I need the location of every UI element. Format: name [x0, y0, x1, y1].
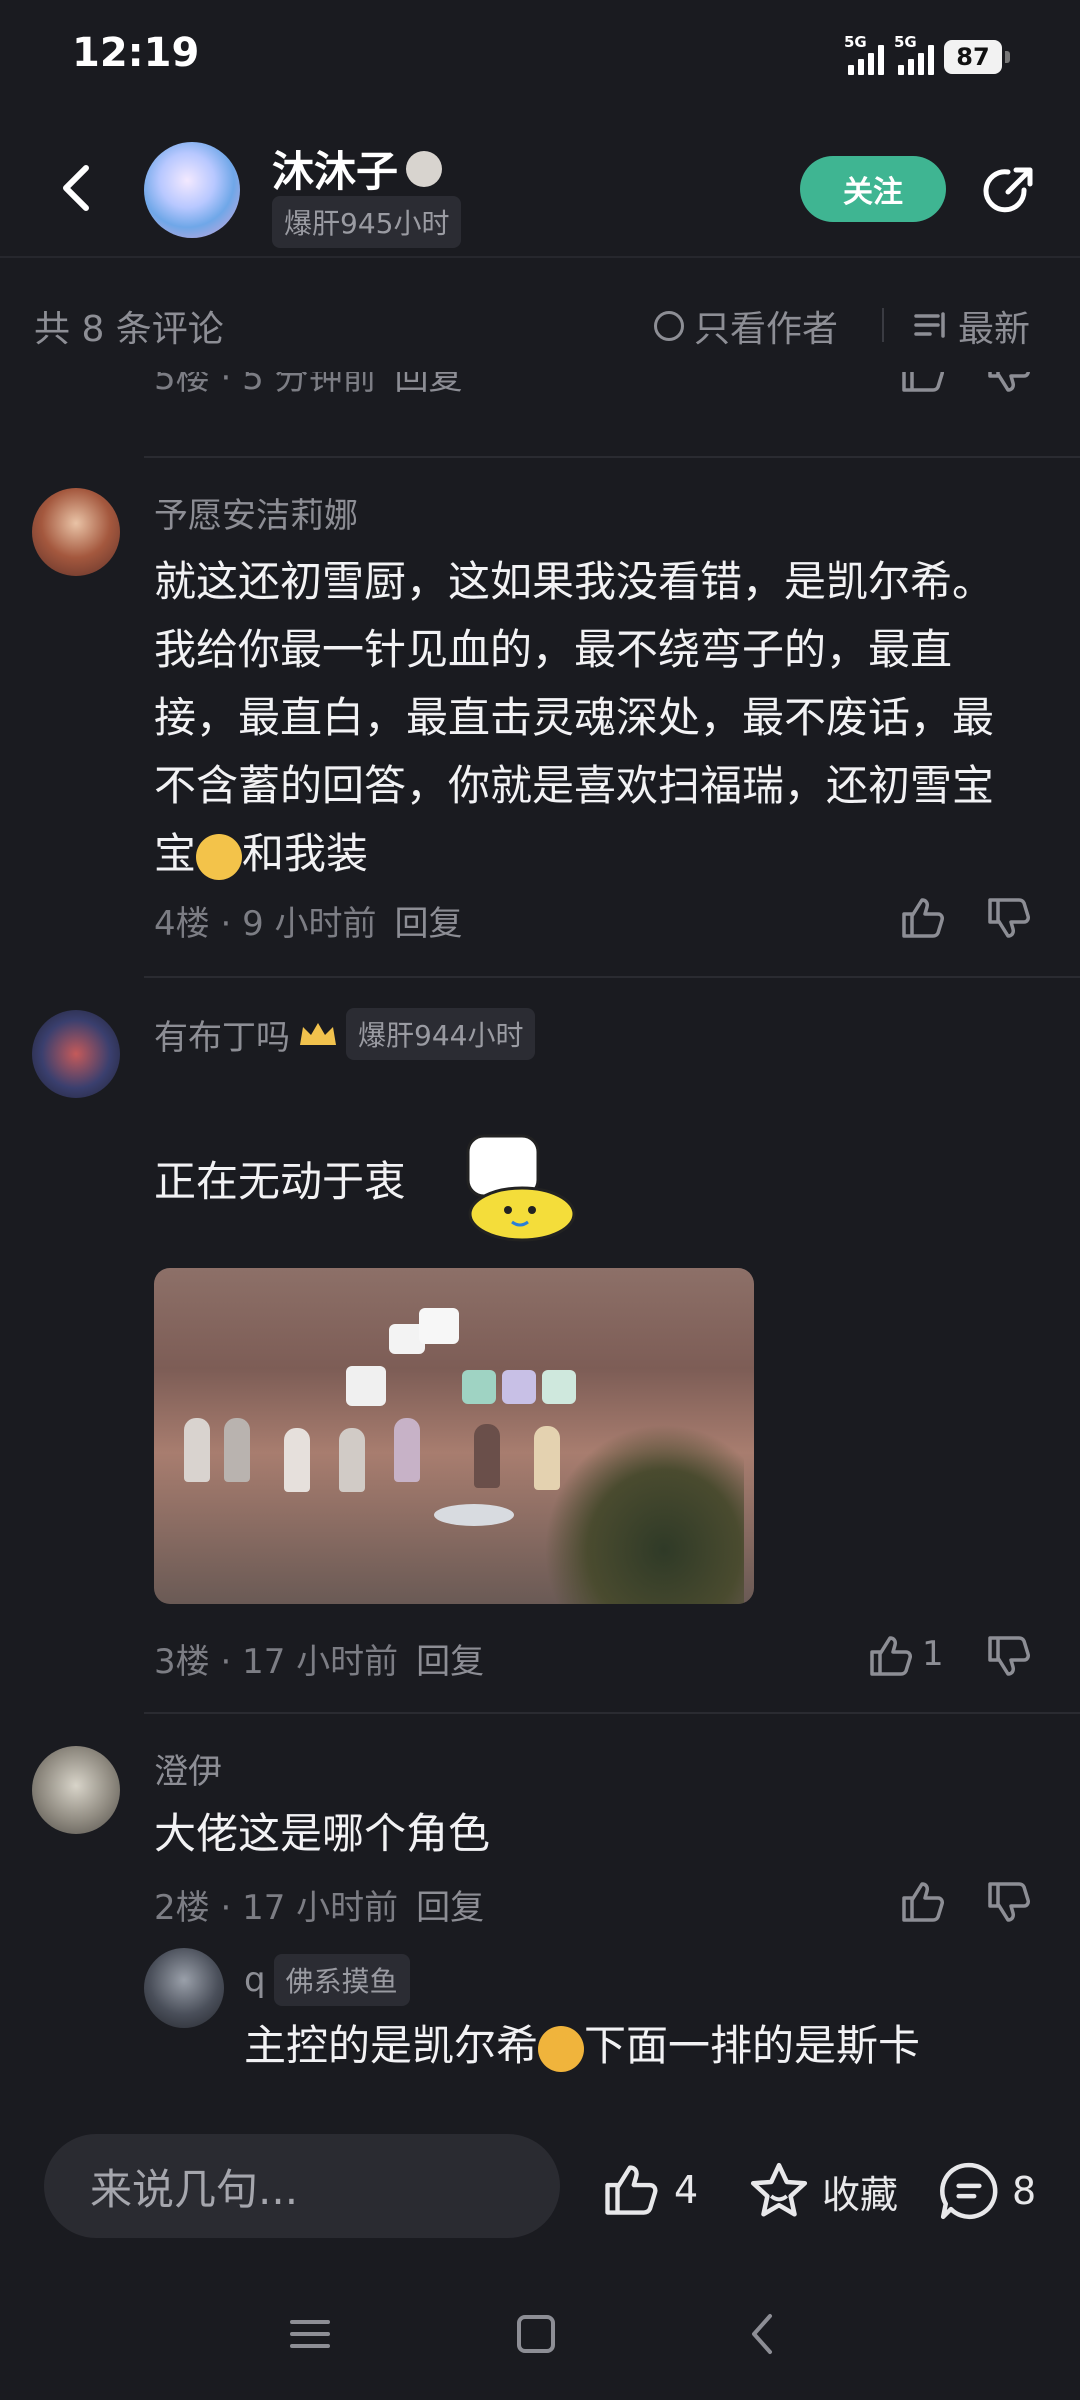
author-name-row[interactable]: 沐沐子: [272, 138, 443, 199]
post-like-button[interactable]: 4: [600, 2160, 698, 2220]
sticker-icon: [466, 1134, 576, 1242]
network-type-label-2: 5G: [894, 33, 917, 51]
follow-button[interactable]: 关注: [800, 156, 946, 222]
post-like-count: 4: [674, 2168, 699, 2212]
comment-meta: 2楼 · 17 小时前 回复: [154, 1888, 485, 1928]
network-type-label: 5G: [844, 33, 867, 51]
user-tag: 爆肝944小时: [346, 1008, 536, 1060]
favorite-button[interactable]: 收藏: [748, 2160, 898, 2222]
like-count: 1: [922, 1634, 944, 1674]
author-avatar[interactable]: [144, 142, 240, 238]
like-icon[interactable]: [898, 372, 946, 396]
reply-user-avatar[interactable]: [144, 1948, 224, 2028]
reply-username: q: [244, 1960, 266, 2000]
author-tag: 爆肝945小时: [272, 196, 462, 248]
like-icon[interactable]: [866, 1632, 914, 1680]
share-icon[interactable]: [978, 160, 1040, 222]
author-only-label: 只看作者: [694, 309, 839, 350]
user-avatar[interactable]: [32, 1010, 120, 1098]
comment-bubble-icon: [940, 2162, 998, 2220]
author-only-toggle[interactable]: 只看作者: [654, 300, 838, 352]
radio-icon: [654, 311, 684, 341]
comment-username[interactable]: 澄伊: [154, 1744, 222, 1793]
battery-icon: 87: [944, 40, 1010, 74]
row-divider: [144, 976, 1080, 978]
comment-image[interactable]: [154, 1268, 754, 1604]
comment-meta: 4楼 · 9 小时前 回复: [154, 904, 463, 944]
row-divider: [144, 456, 1080, 458]
comment-text: 正在无动于衷: [154, 1157, 407, 1206]
reply-link[interactable]: 回复: [416, 1888, 484, 1928]
favorite-label: 收藏: [822, 2172, 899, 2217]
comment-username: 有布丁吗: [154, 1017, 290, 1058]
reply-link[interactable]: 回复: [416, 1642, 484, 1682]
smirk-emoji-icon: [196, 833, 243, 880]
comment-meta: 3楼 · 17 小时前 回复: [154, 1642, 485, 1682]
back-nav-icon[interactable]: [734, 2304, 794, 2364]
like-icon[interactable]: [898, 894, 946, 942]
row-divider: [144, 1712, 1080, 1714]
star-icon: [750, 2162, 808, 2217]
sort-toggle[interactable]: 最新: [914, 300, 1030, 352]
comment-text: 大佬这是哪个角色: [154, 1809, 491, 1858]
signal-icon: 5G: [844, 33, 884, 75]
comments-count: 8: [1012, 2169, 1037, 2213]
like-icon[interactable]: [898, 1878, 946, 1926]
badge-icon: [406, 150, 443, 187]
header-divider: [0, 256, 1080, 258]
comment-list[interactable]: 5楼 · 5 分钟前 回复 予愿安洁莉娜 就这还初雪厨，这如果我没看错，是凯尔希。…: [0, 372, 1080, 2102]
filter-separator: [882, 308, 884, 342]
like-icon: [605, 2165, 658, 2215]
sort-icon: [914, 312, 945, 338]
home-nav-icon[interactable]: [506, 2304, 566, 2364]
dislike-icon[interactable]: [984, 1632, 1032, 1680]
sort-label: 最新: [958, 309, 1031, 350]
comment-user-row[interactable]: 有布丁吗 爆肝944小时: [154, 1008, 536, 1060]
user-tag: 佛系摸鱼: [273, 1954, 410, 2006]
reply-user-row[interactable]: q 佛系摸鱼: [244, 1954, 410, 2006]
back-arrow-icon[interactable]: [48, 158, 108, 218]
tongue-emoji-icon: [538, 2025, 585, 2072]
crown-icon: [300, 1023, 336, 1045]
comment-meta-partial: 5楼 · 5 分钟前 回复: [154, 372, 463, 399]
author-name: 沐沐子: [272, 147, 399, 196]
menu-nav-icon[interactable]: [280, 2304, 340, 2364]
reply-link[interactable]: 回复: [395, 372, 463, 398]
comments-button[interactable]: 8: [938, 2160, 1036, 2222]
dislike-icon[interactable]: [984, 372, 1032, 396]
reply-text: 主控的是凯尔希 下面一排的是斯卡: [244, 2021, 921, 2072]
user-avatar[interactable]: [32, 488, 120, 576]
status-icons: 5G 5G 87: [844, 33, 1010, 78]
status-time: 12:19: [72, 30, 200, 76]
comment-input[interactable]: 来说几句...: [44, 2134, 560, 2238]
signal-icon-2: 5G: [894, 33, 934, 75]
comment-username[interactable]: 予愿安洁莉娜: [154, 488, 358, 537]
comment-count: 共 8 条评论: [34, 309, 224, 350]
dislike-icon[interactable]: [984, 1878, 1032, 1926]
user-avatar[interactable]: [32, 1746, 120, 1834]
reply-link[interactable]: 回复: [395, 904, 463, 944]
comment-text: 就这还初雪厨，这如果我没看错，是凯尔希。我给你最一针见血的，最不绕弯子的，最直接…: [154, 557, 995, 880]
dislike-icon[interactable]: [984, 894, 1032, 942]
